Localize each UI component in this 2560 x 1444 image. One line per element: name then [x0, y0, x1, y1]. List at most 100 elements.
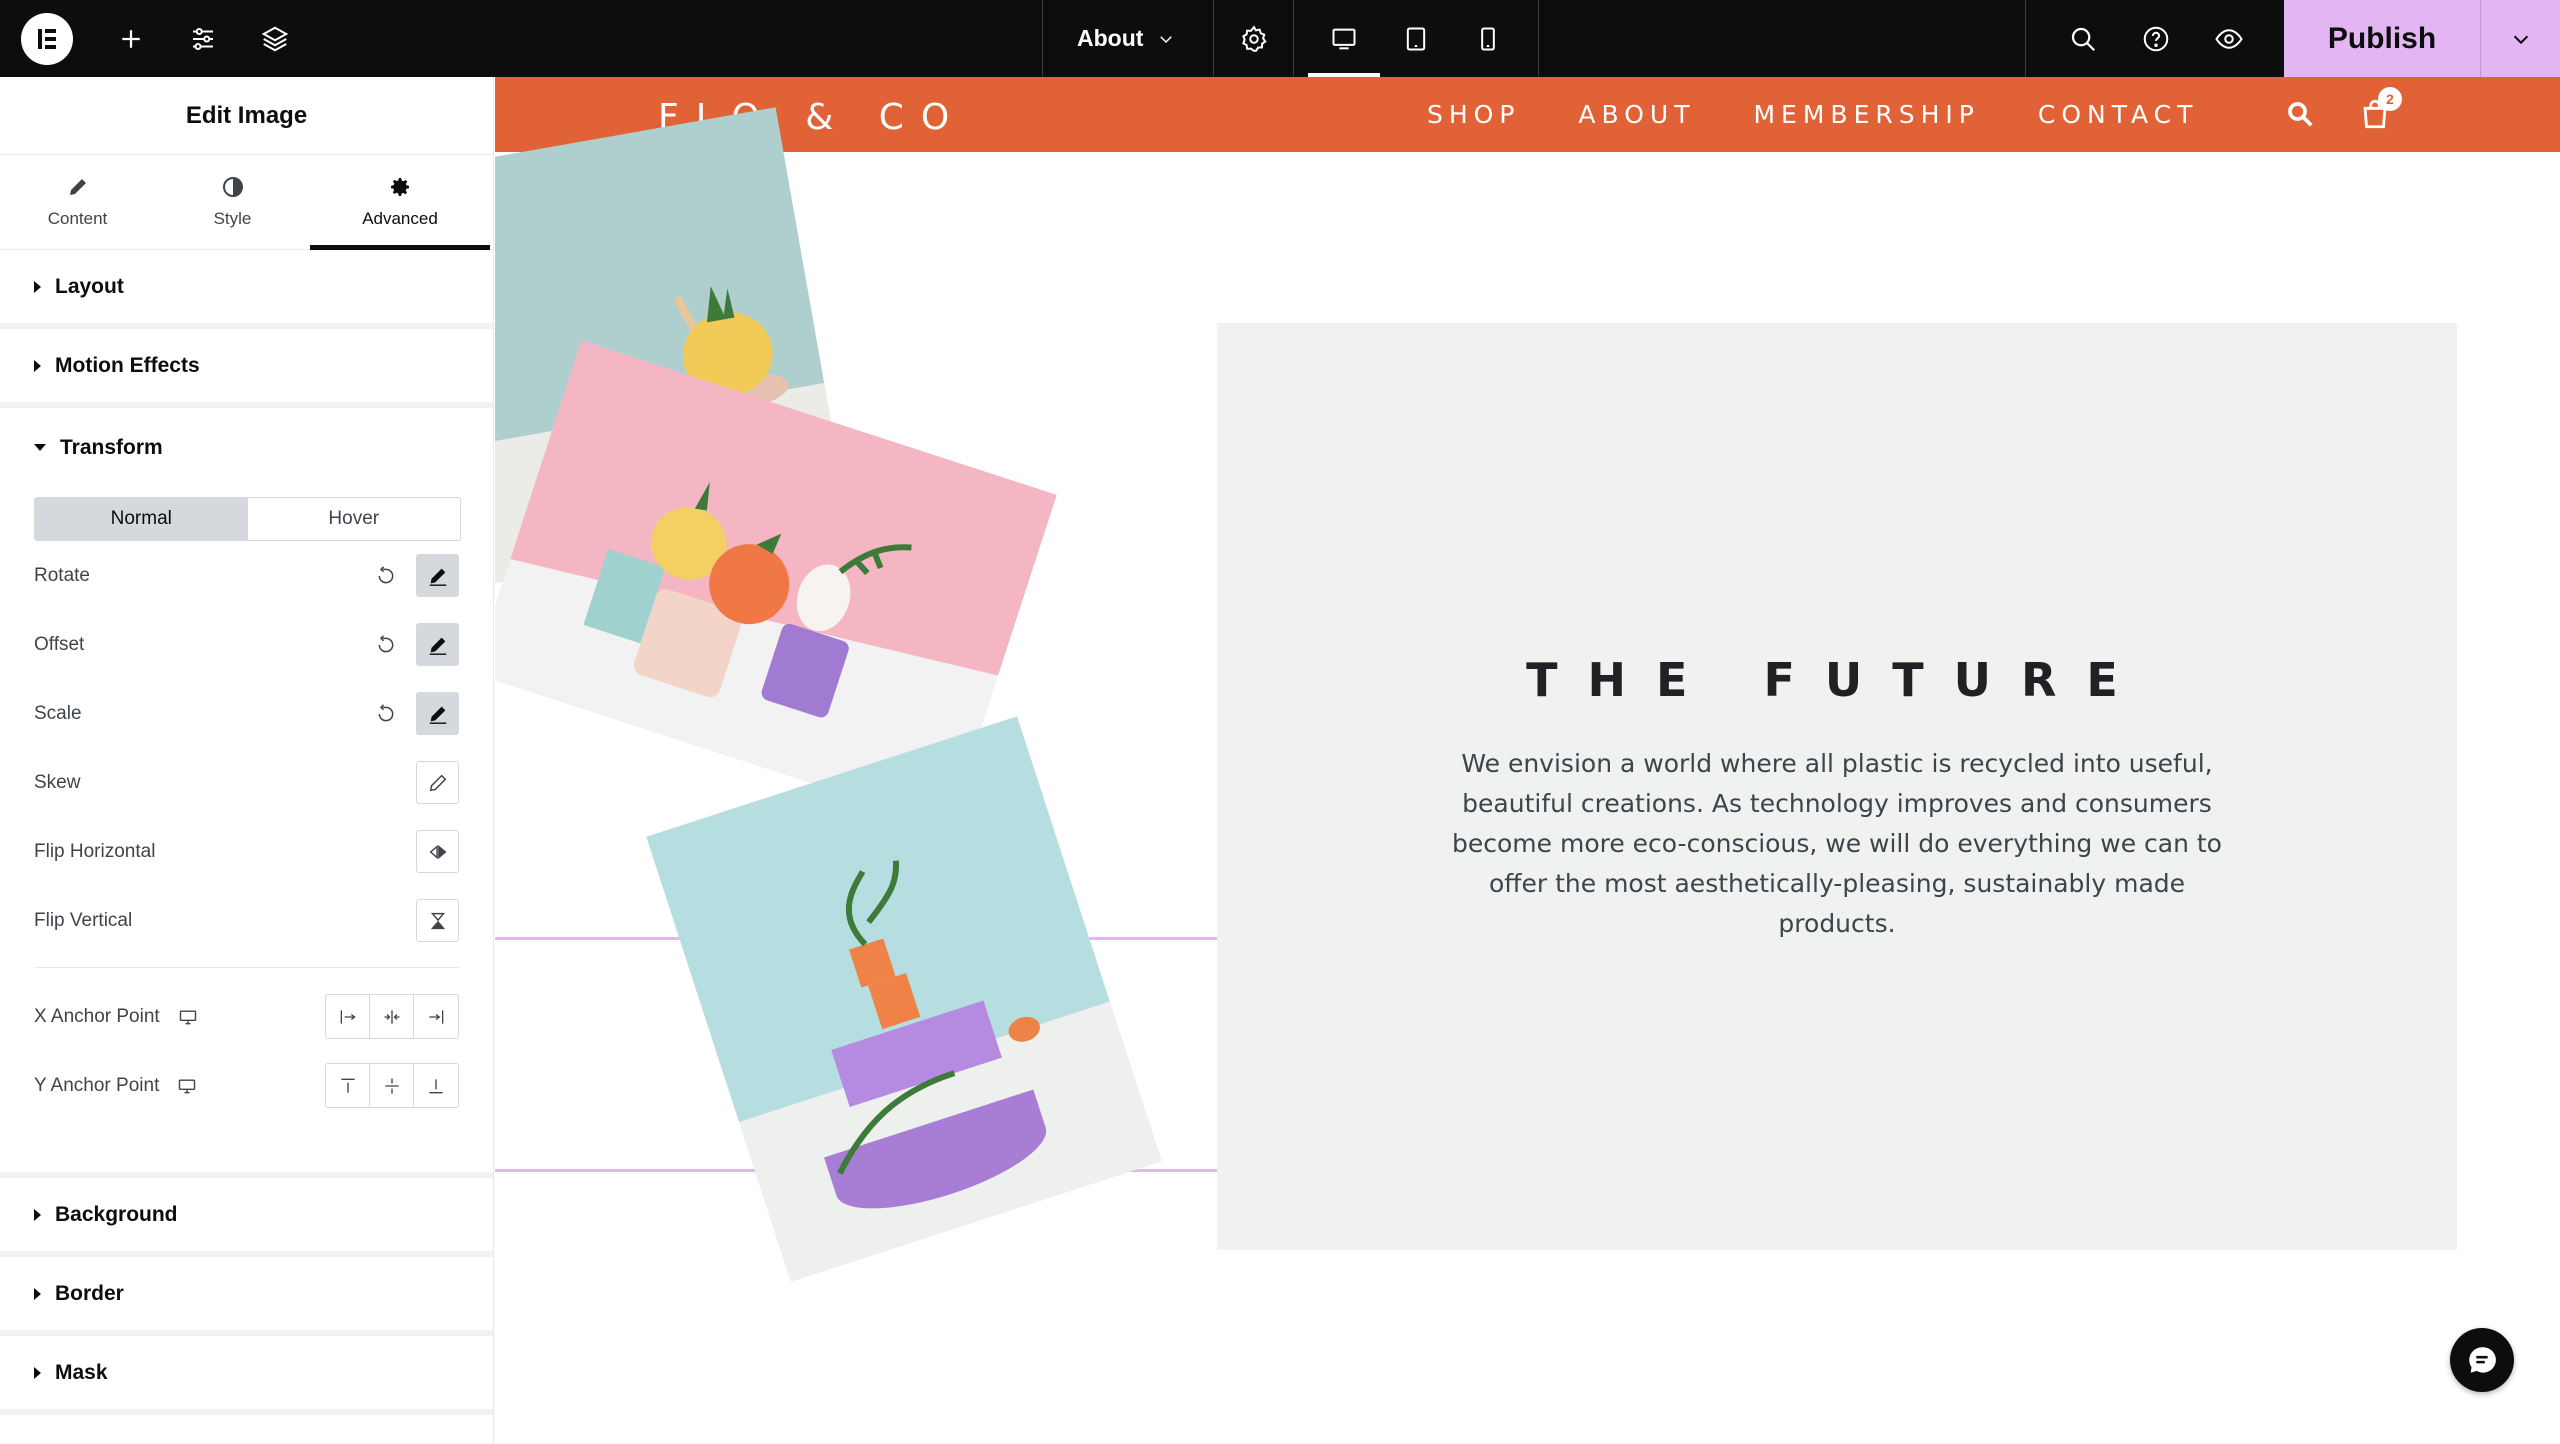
top-bar-center-group: About: [1043, 0, 1540, 77]
page-settings-button[interactable]: [1214, 0, 1295, 77]
page-selector-label: About: [1077, 25, 1144, 51]
y-anchor-control: Y Anchor Point: [34, 1051, 459, 1120]
desktop-icon: [1332, 28, 1356, 49]
chevron-down-icon: [1160, 35, 1173, 43]
desktop-device-button[interactable]: [1308, 0, 1381, 77]
align-middle-icon: [384, 1078, 399, 1093]
skew-control: Skew: [34, 748, 459, 817]
tablet-icon: [1407, 27, 1426, 50]
y-anchor-bottom-button[interactable]: [414, 1064, 458, 1107]
future-section[interactable]: THE FUTURE We envision a world where all…: [1217, 323, 2457, 1250]
site-settings-sliders-icon[interactable]: [167, 0, 239, 77]
y-anchor-middle-button[interactable]: [370, 1064, 414, 1107]
future-heading[interactable]: THE FUTURE: [1217, 653, 2457, 707]
panel-title: Edit Image: [0, 77, 493, 155]
x-anchor-label: X Anchor Point: [34, 1005, 160, 1027]
desktop-icon[interactable]: [178, 1007, 198, 1027]
transform-bottom-spacer: [34, 1120, 459, 1172]
pencil-icon: [69, 179, 86, 195]
state-tab-hover[interactable]: Hover: [247, 498, 460, 540]
caret-right-icon: [34, 1366, 41, 1379]
publish-options-button[interactable]: [2480, 0, 2560, 77]
x-anchor-left-button[interactable]: [326, 995, 370, 1038]
y-anchor-label-group: Y Anchor Point: [34, 1075, 325, 1097]
section-transform[interactable]: Transform: [0, 408, 493, 487]
tab-advanced[interactable]: Advanced: [310, 155, 490, 250]
section-transform-label: Transform: [60, 435, 163, 459]
publish-button[interactable]: Publish: [2284, 22, 2480, 56]
rotate-edit-button[interactable]: [416, 554, 459, 597]
cart-count-badge: 2: [2378, 87, 2402, 111]
preview-eye-icon[interactable]: [2192, 0, 2265, 77]
flip-vertical-control: Flip Vertical: [34, 886, 459, 955]
rotate-label: Rotate: [34, 564, 90, 586]
skew-label: Skew: [34, 771, 81, 793]
x-anchor-right-button[interactable]: [414, 995, 458, 1038]
panel-tabs: Content Style Advanced: [0, 155, 493, 250]
section-background[interactable]: Background: [0, 1178, 493, 1257]
editor-canvas: FLO & CO SHOP ABOUT MEMBERSHIP CONTACT 2: [495, 77, 2560, 1444]
offset-edit-button[interactable]: [416, 623, 459, 666]
nav-link-contact[interactable]: CONTACT: [2038, 100, 2199, 129]
caret-down-icon: [34, 444, 46, 451]
site-nav: SHOP ABOUT MEMBERSHIP CONTACT: [1427, 77, 2246, 152]
caret-right-icon: [34, 359, 41, 372]
reset-icon[interactable]: [376, 703, 396, 724]
product-photo-purple-stand[interactable]: [646, 716, 1162, 1282]
scale-control: Scale: [34, 679, 459, 748]
state-tab-normal[interactable]: Normal: [35, 498, 248, 540]
scale-edit-button[interactable]: [416, 692, 459, 735]
tab-content-label: Content: [47, 209, 108, 228]
tab-style[interactable]: Style: [155, 155, 310, 249]
flip-vertical-button[interactable]: [416, 899, 459, 942]
mobile-device-button[interactable]: [1452, 0, 1524, 77]
search-icon[interactable]: [2285, 99, 2315, 129]
desktop-icon[interactable]: [177, 1076, 197, 1096]
align-left-icon: [340, 1009, 356, 1024]
future-paragraph[interactable]: We envision a world where all plastic is…: [1440, 744, 2234, 944]
flip-horizontal-label: Flip Horizontal: [34, 840, 156, 862]
nav-link-membership[interactable]: MEMBERSHIP: [1753, 100, 1979, 129]
flip-vertical-label: Flip Vertical: [34, 909, 133, 931]
x-anchor-label-group: X Anchor Point: [34, 1006, 325, 1028]
align-top-icon: [340, 1078, 355, 1093]
page-selector[interactable]: About: [1043, 0, 1215, 77]
pencil-icon: [429, 706, 446, 724]
responsive-mode-switcher: [1294, 0, 1540, 77]
structure-layers-icon[interactable]: [239, 0, 311, 77]
finder-search-icon[interactable]: [2046, 0, 2119, 77]
section-motion-effects[interactable]: Motion Effects: [0, 329, 493, 408]
help-icon[interactable]: [2119, 0, 2192, 77]
y-anchor-top-button[interactable]: [326, 1064, 370, 1107]
section-border-label: Border: [55, 1281, 124, 1305]
offset-label: Offset: [34, 633, 85, 655]
top-bar-right-group: Publish: [2025, 0, 2560, 77]
section-border[interactable]: Border: [0, 1257, 493, 1336]
x-anchor-segmented: [325, 994, 459, 1039]
section-layout[interactable]: Layout: [0, 250, 493, 329]
flip-horizontal-button[interactable]: [416, 830, 459, 873]
elementor-logo-icon[interactable]: [21, 12, 73, 65]
reset-icon[interactable]: [376, 565, 396, 586]
chat-button[interactable]: [2450, 1328, 2514, 1392]
skew-edit-button[interactable]: [416, 761, 459, 804]
add-element-icon[interactable]: [95, 0, 167, 77]
pencil-icon: [429, 637, 446, 655]
reset-icon[interactable]: [376, 634, 396, 655]
offset-control: Offset: [34, 610, 459, 679]
tab-advanced-label: Advanced: [362, 209, 438, 228]
nav-link-shop[interactable]: SHOP: [1427, 100, 1520, 129]
x-anchor-center-button[interactable]: [370, 995, 414, 1038]
editor-side-panel: Edit Image Content Style Advanced Layout…: [0, 77, 494, 1444]
tablet-device-button[interactable]: [1380, 0, 1452, 77]
tab-content[interactable]: Content: [0, 155, 155, 249]
scale-label: Scale: [34, 702, 82, 724]
transform-controls: Normal Hover Rotate Offset Scale Skew Fl…: [0, 497, 493, 1178]
transform-state-tabs: Normal Hover: [34, 497, 461, 541]
y-anchor-segmented: [325, 1063, 459, 1108]
site-header: FLO & CO SHOP ABOUT MEMBERSHIP CONTACT 2: [495, 77, 2560, 152]
x-anchor-control: X Anchor Point: [34, 982, 459, 1051]
section-motion-effects-label: Motion Effects: [55, 353, 200, 377]
section-mask[interactable]: Mask: [0, 1336, 493, 1415]
nav-link-about[interactable]: ABOUT: [1578, 100, 1695, 129]
